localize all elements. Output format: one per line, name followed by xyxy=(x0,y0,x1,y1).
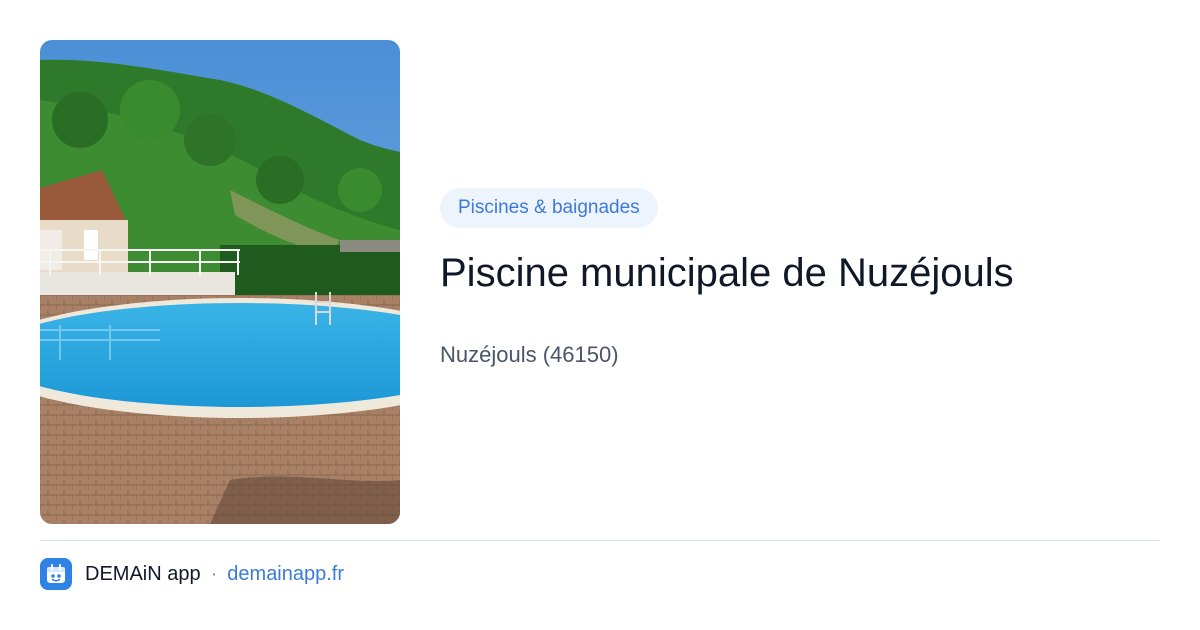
venue-photo xyxy=(40,40,400,524)
page-title: Piscine municipale de Nuzéjouls xyxy=(440,251,1014,295)
location-text: Nuzéjouls (46150) xyxy=(440,342,619,367)
demain-app-logo-icon xyxy=(40,558,72,590)
venue-info: Piscines & baignades Piscine municipale … xyxy=(440,188,1160,369)
footer-divider xyxy=(40,540,1160,541)
app-name: DEMAiN app xyxy=(85,562,201,585)
footer-separator: · xyxy=(210,562,218,585)
domain-link[interactable]: demainapp.fr xyxy=(227,563,344,586)
category-badge[interactable]: Piscines & baignades xyxy=(440,188,658,228)
footer: DEMAiN app · demainapp.fr xyxy=(40,558,344,590)
